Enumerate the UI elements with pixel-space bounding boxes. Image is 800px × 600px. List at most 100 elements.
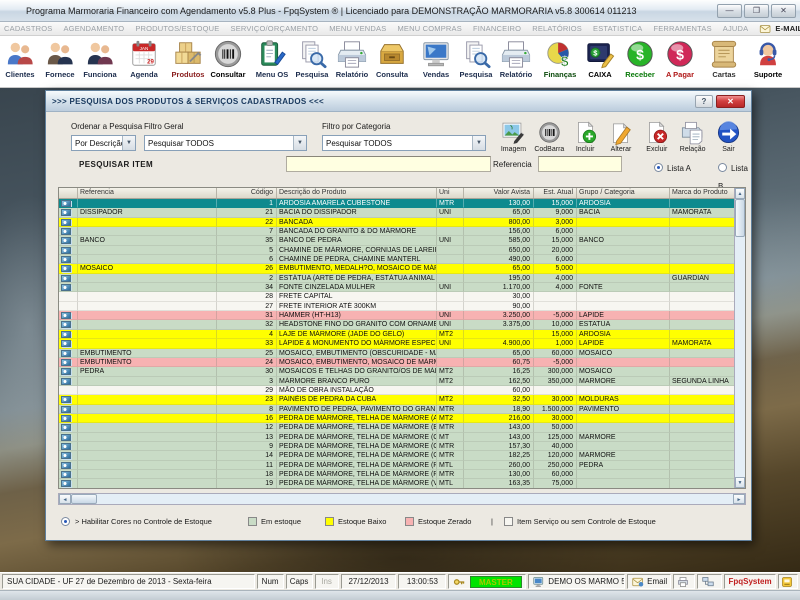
table-row[interactable]: 16PEDRA DE MÁRMORE, TELHA DE MÁRMORE (AM… [59,414,734,423]
chevron-down-icon[interactable]: ▼ [293,136,306,150]
close-button[interactable]: ✕ [771,4,796,18]
toolbar-button-consultar[interactable]: Consultar [208,36,248,87]
table-row[interactable]: 9PEDRA DE MÁRMORE, TELHA DE MÁRMORE (CIN… [59,442,734,451]
table-row[interactable]: 1ARDOSIA AMARELA CUBESTONEMTR130,0015,00… [59,199,734,208]
toolbar-button-cartas[interactable]: Cartas [704,36,744,87]
status-email[interactable]: Email [627,574,671,589]
toolbar-button-suporte[interactable]: Suporte [748,36,788,87]
table-row[interactable]: 27FRETE INTERIOR ATÉ 300KM90,00 [59,302,734,311]
menu-item-email[interactable]: E-MAIL [759,23,800,35]
dialog-close-button[interactable]: ✕ [716,95,745,108]
vertical-scrollbar-thumb[interactable] [735,199,745,237]
table-row[interactable]: EMBUTIMENTO25MOSAICO, EMBUTIMENTO (OBSCU… [59,349,734,358]
column-header-Descrição do Produto[interactable]: Descrição do Produto [277,188,437,198]
table-row[interactable]: 33LÁPIDE & MONUMENTO DO MÁRMORE ESPECIAL… [59,339,734,348]
horizontal-scrollbar[interactable]: ◄ ► [58,493,746,505]
toolbar-button-relat-rio[interactable]: Relatório [496,36,536,87]
vertical-scrollbar-track[interactable] [735,237,745,477]
sair-button[interactable]: Sair [711,120,746,160]
radio-off-icon[interactable] [718,163,727,172]
dialog-titlebar[interactable]: >>> PESQUISA DOS PRODUTOS & SERVIÇOS CAD… [46,91,751,112]
table-row[interactable]: 32HEADSTONE FINO DO GRANITO COM ORNAMENT… [59,320,734,329]
toolbar-button-consulta[interactable]: Consulta [372,36,412,87]
lista-a-radio[interactable]: Lista A [654,158,691,176]
table-row[interactable]: 23PAINÉIS DE PEDRA DA CUBAMT232,5030,000… [59,395,734,404]
table-row[interactable]: 11PEDRA DE MÁRMORE, TELHA DE MÁRMORE (PR… [59,461,734,470]
column-header-Referencia[interactable]: Referencia [78,188,217,198]
toolbar-button-agenda[interactable]: JAN29Agenda [124,36,164,87]
dialog-help-button[interactable]: ? [695,95,713,108]
codbarra-button[interactable]: CodBarra [532,120,567,160]
scroll-left-icon[interactable]: ◄ [59,494,71,504]
table-row[interactable]: 28FRETE CAPITAL30,00 [59,292,734,301]
reference-input[interactable] [538,156,622,172]
column-header-icon[interactable] [59,188,78,198]
toolbar-button-pesquisa[interactable]: Pesquisa [292,36,332,87]
toolbar-button-coin-icon[interactable]: $ [792,36,800,87]
menu-item-ajuda[interactable]: AJUDA [723,24,749,33]
vertical-scrollbar[interactable]: ▲ ▼ [734,188,745,488]
minimize-button[interactable]: — [717,4,742,18]
table-row[interactable]: 3MÁRMORE BRANCO PUROMT2162,50350,000MARM… [59,377,734,386]
table-row[interactable]: 29MÃO DE OBRA INSTALAÇÃO60,00 [59,386,734,395]
excluir-button[interactable]: Excluir [639,120,674,160]
toolbar-button-fornece[interactable]: Fornece [40,36,80,87]
table-row[interactable]: PEDRA30MOSAICOS E TELHAS DO GRANITO/OS D… [59,367,734,376]
column-header-Grupo / Categoria[interactable]: Grupo / Categoria [577,188,670,198]
status-printer[interactable] [673,574,695,589]
table-row[interactable]: EMBUTIMENTO24MOSAICO, EMBUTIMENTO, MOSAI… [59,358,734,367]
column-header-Marca do Produto[interactable]: Marca do Produto [670,188,734,198]
toolbar-button-receber[interactable]: $Receber [620,36,660,87]
restore-button[interactable]: ❐ [744,4,769,18]
radio-on-icon[interactable] [61,517,70,526]
table-row[interactable]: 31HAMMER (HT-H13)UNI3.250,00-5,000LAPIDE [59,311,734,320]
table-row[interactable]: 22BANCADA800,003,000 [59,218,734,227]
table-row[interactable]: 19PEDRA DE MÁRMORE, TELHA DE MÁRMORE (VE… [59,479,734,488]
menu-item-estatistica[interactable]: ESTATISTICA [593,24,642,33]
horizontal-scrollbar-track[interactable] [97,494,733,504]
menu-item-produtos-estoque[interactable]: PRODUTOS/ESTOQUE [135,24,219,33]
rela-o-button[interactable]: Relação [675,120,710,160]
chevron-down-icon[interactable]: ▼ [122,136,135,150]
imagem-button[interactable]: Imagem [496,120,531,160]
alterar-button[interactable]: Alterar [603,120,638,160]
table-row[interactable]: 13PEDRA DE MÁRMORE, TELHA DE MÁRMORE (CH… [59,433,734,442]
toolbar-button-a-pagar[interactable]: $A Pagar [660,36,700,87]
table-row[interactable]: MOSAICO26EMBUTIMENTO, MEDALH?O, MOSAICO … [59,264,734,273]
menu-item-menu-vendas[interactable]: MENU VENDAS [329,24,386,33]
menu-item-servi-o-or-amento[interactable]: SERVIÇO/ORÇAMENTO [231,24,319,33]
toolbar-button-menu-os[interactable]: Menu OS [252,36,292,87]
toolbar-button-produtos[interactable]: Produtos [168,36,208,87]
menu-item-ferramentas[interactable]: FERRAMENTAS [653,24,711,33]
menu-item-relat-rios[interactable]: RELATÓRIOS [532,24,582,33]
toolbar-button-vendas[interactable]: Vendas [416,36,456,87]
horizontal-scrollbar-thumb[interactable] [71,494,97,504]
column-header-Código[interactable]: Código [217,188,277,198]
menu-item-financeiro[interactable]: FINANCEIRO [473,24,521,33]
table-row[interactable]: DISSIPADOR21BACIA DO DISSIPADORUNI65,009… [59,208,734,217]
column-header-Uni[interactable]: Uni [437,188,464,198]
sort-combobox[interactable]: Por Descrição ▼ [71,135,136,151]
toolbar-button-pesquisa[interactable]: Pesquisa [456,36,496,87]
scroll-down-icon[interactable]: ▼ [735,477,745,488]
incluir-button[interactable]: Incluir [568,120,603,160]
chevron-down-icon[interactable]: ▼ [472,136,485,150]
table-row[interactable]: 8PAVIMENTO DE PEDRA, PAVIMENTO DO GRANIT… [59,405,734,414]
toolbar-button-clientes[interactable]: Clientes [0,36,40,87]
table-row[interactable]: 7BANCADA DO GRANITO & DO MÁRMORE156,006,… [59,227,734,236]
scroll-right-icon[interactable]: ► [733,494,745,504]
menu-item-agendamento[interactable]: AGENDAMENTO [63,24,124,33]
toolbar-button-finan-as[interactable]: $Finanças [540,36,580,87]
table-row[interactable]: 6CHAMINÉ DE PEDRA, CHAMINE MANTERL490,00… [59,255,734,264]
scroll-up-icon[interactable]: ▲ [735,188,745,199]
table-row[interactable]: 18PEDRA DE MÁRMORE, TELHA DE MÁRMORE (RO… [59,470,734,479]
toolbar-button-caixa[interactable]: $CAIXA [580,36,620,87]
table-row[interactable]: 14PEDRA DE MÁRMORE, TELHA DE MÁRMORE (CR… [59,451,734,460]
table-row[interactable]: 5CHAMINÉ DE MÁRMORE, CORNIJAS DE LAREIRA… [59,246,734,255]
radio-on-icon[interactable] [654,163,663,172]
table-row[interactable]: 2ESTÁTUA (ARTE DE PEDRA, ESTÁTUA ANIMAL1… [59,274,734,283]
table-row[interactable]: BANCO35BANCO DE PEDRAUNI585,0015,000BANC… [59,236,734,245]
category-filter-combobox[interactable]: Pesquisar TODOS ▼ [322,135,486,151]
table-row[interactable]: 34FONTE CINZELADA MULHERUNI1.170,004,000… [59,283,734,292]
search-item-input[interactable] [286,156,491,172]
